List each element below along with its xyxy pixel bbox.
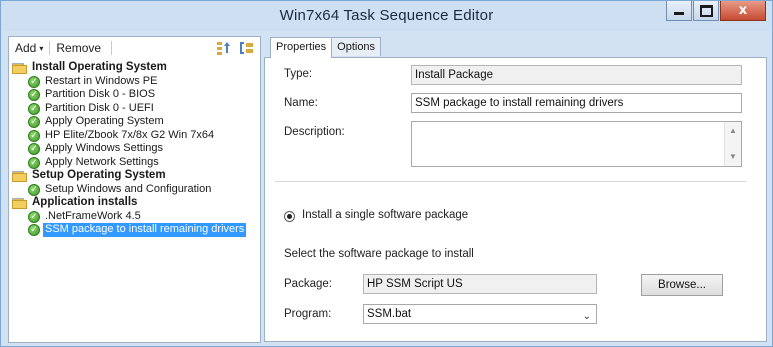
description-label: Description: bbox=[284, 126, 345, 138]
minimize-icon bbox=[674, 12, 684, 15]
close-icon: x bbox=[738, 3, 748, 18]
program-value: SSM.bat bbox=[367, 308, 412, 320]
close-button[interactable]: x bbox=[720, 1, 766, 21]
task-sequence-tree: Install Operating System ✓ Restart in Wi… bbox=[11, 61, 260, 237]
tree-toolbar: Add ▾ Remove bbox=[9, 37, 260, 59]
tree-item-label: Application installs bbox=[32, 196, 138, 208]
tree-item-label: Restart in Windows PE bbox=[45, 74, 158, 87]
remove-button[interactable]: Remove bbox=[50, 41, 107, 55]
folder-icon bbox=[12, 63, 27, 74]
toolbar-icons bbox=[216, 40, 254, 56]
tree-step-apply-windows-settings[interactable]: ✓ Apply Windows Settings bbox=[11, 142, 260, 156]
folder-icon bbox=[12, 198, 27, 209]
package-label: Package: bbox=[284, 278, 332, 290]
tree-item-label: Setup Windows and Configuration bbox=[45, 182, 212, 195]
tree-item-label: Apply Network Settings bbox=[45, 155, 159, 168]
tree-step-hp-elite-zbook-driver[interactable]: ✓ HP Elite/Zbook 7x/8x G2 Win 7x64 bbox=[11, 129, 260, 143]
scroll-down-icon[interactable]: ▼ bbox=[725, 150, 741, 164]
type-field: Install Package bbox=[411, 65, 742, 85]
add-label: Add bbox=[15, 41, 37, 55]
title-bar[interactable]: Win7x64 Task Sequence Editor x bbox=[1, 1, 772, 31]
description-scrollbar[interactable]: ▲ ▼ bbox=[724, 122, 741, 166]
tree-step-ssm-package[interactable]: ✓ SSM package to install remaining drive… bbox=[11, 223, 260, 237]
tree-item-label: Setup Operating System bbox=[32, 169, 166, 181]
tab-properties[interactable]: Properties bbox=[270, 37, 333, 58]
tree-step-partition-disk-uefi[interactable]: ✓ Partition Disk 0 - UEFI bbox=[11, 102, 260, 116]
check-icon: ✓ bbox=[28, 156, 40, 169]
check-icon: ✓ bbox=[28, 129, 40, 142]
install-single-package-label: Install a single software package bbox=[302, 209, 469, 221]
check-icon: ✓ bbox=[28, 89, 40, 101]
description-field[interactable]: ▲ ▼ bbox=[411, 121, 742, 167]
add-dropdown-arrow-icon: ▾ bbox=[39, 44, 44, 53]
tree-step-restart-in-windows-pe[interactable]: ✓ Restart in Windows PE bbox=[11, 75, 260, 89]
check-icon: ✓ bbox=[28, 102, 40, 115]
tree-group-application-installs[interactable]: Application installs bbox=[11, 196, 260, 210]
check-icon: ✓ bbox=[28, 116, 40, 128]
tree-item-label: .NetFrameWork 4.5 bbox=[45, 209, 141, 222]
program-label: Program: bbox=[284, 308, 332, 320]
check-icon: ✓ bbox=[28, 75, 40, 88]
tree-step-apply-operating-system[interactable]: ✓ Apply Operating System bbox=[11, 115, 260, 129]
tree-item-label: HP Elite/Zbook 7x/8x G2 Win 7x64 bbox=[45, 128, 215, 141]
add-menu-button[interactable]: Add ▾ bbox=[9, 41, 49, 55]
toolbar-separator bbox=[111, 41, 113, 55]
scroll-up-icon[interactable]: ▲ bbox=[725, 124, 741, 138]
tree-item-label: Partition Disk 0 - UEFI bbox=[45, 101, 154, 114]
tree-group-install-operating-system[interactable]: Install Operating System bbox=[11, 61, 260, 75]
tree-step-setup-windows-and-configuration[interactable]: ✓ Setup Windows and Configuration bbox=[11, 183, 260, 197]
tree-item-label: SSM package to install remaining drivers bbox=[43, 223, 247, 237]
move-up-icon[interactable] bbox=[216, 40, 232, 56]
chevron-down-icon[interactable]: ⌄ bbox=[583, 308, 591, 326]
window-controls: x bbox=[665, 1, 766, 21]
name-label: Name: bbox=[284, 97, 318, 109]
check-icon: ✓ bbox=[28, 210, 40, 223]
tree-group-setup-operating-system[interactable]: Setup Operating System bbox=[11, 169, 260, 183]
tree-step-partition-disk-bios[interactable]: ✓ Partition Disk 0 - BIOS bbox=[11, 88, 260, 102]
section-divider bbox=[275, 181, 746, 182]
move-down-icon[interactable] bbox=[238, 40, 254, 56]
minimize-button[interactable] bbox=[666, 1, 692, 21]
task-sequence-tree-pane: Add ▾ Remove Install Operating System ✓ … bbox=[8, 36, 261, 343]
check-icon: ✓ bbox=[28, 143, 40, 155]
tree-item-label: Install Operating System bbox=[32, 61, 167, 73]
tab-options[interactable]: Options bbox=[331, 37, 382, 56]
folder-icon bbox=[12, 171, 27, 182]
properties-tab-body: Type: Install Package Name: SSM package … bbox=[264, 57, 767, 342]
package-field: HP SSM Script US bbox=[363, 274, 597, 294]
tree-item-label: Partition Disk 0 - BIOS bbox=[45, 88, 156, 100]
maximize-button[interactable] bbox=[693, 1, 719, 21]
install-single-package-radio[interactable] bbox=[284, 211, 295, 222]
check-icon: ✓ bbox=[28, 183, 40, 196]
tree-step-netframework[interactable]: ✓ .NetFrameWork 4.5 bbox=[11, 210, 260, 224]
name-field[interactable]: SSM package to install remaining drivers bbox=[411, 93, 742, 113]
window-title: Win7x64 Task Sequence Editor bbox=[279, 7, 494, 24]
select-package-instruction: Select the software package to install bbox=[284, 248, 474, 260]
tree-step-apply-network-settings[interactable]: ✓ Apply Network Settings bbox=[11, 156, 260, 170]
browse-button[interactable]: Browse... bbox=[641, 274, 723, 296]
check-icon: ✓ bbox=[28, 224, 40, 236]
task-sequence-editor-window: Win7x64 Task Sequence Editor x Add ▾ Remo… bbox=[0, 0, 773, 347]
tab-strip: Properties Options bbox=[270, 37, 382, 58]
properties-pane: Properties Options Type: Install Package… bbox=[264, 37, 767, 342]
tree-item-label: Apply Operating System bbox=[45, 115, 164, 127]
maximize-icon bbox=[699, 4, 713, 17]
type-label: Type: bbox=[284, 68, 313, 80]
tree-item-label: Apply Windows Settings bbox=[45, 142, 163, 154]
program-select[interactable]: SSM.bat ⌄ bbox=[363, 304, 597, 324]
